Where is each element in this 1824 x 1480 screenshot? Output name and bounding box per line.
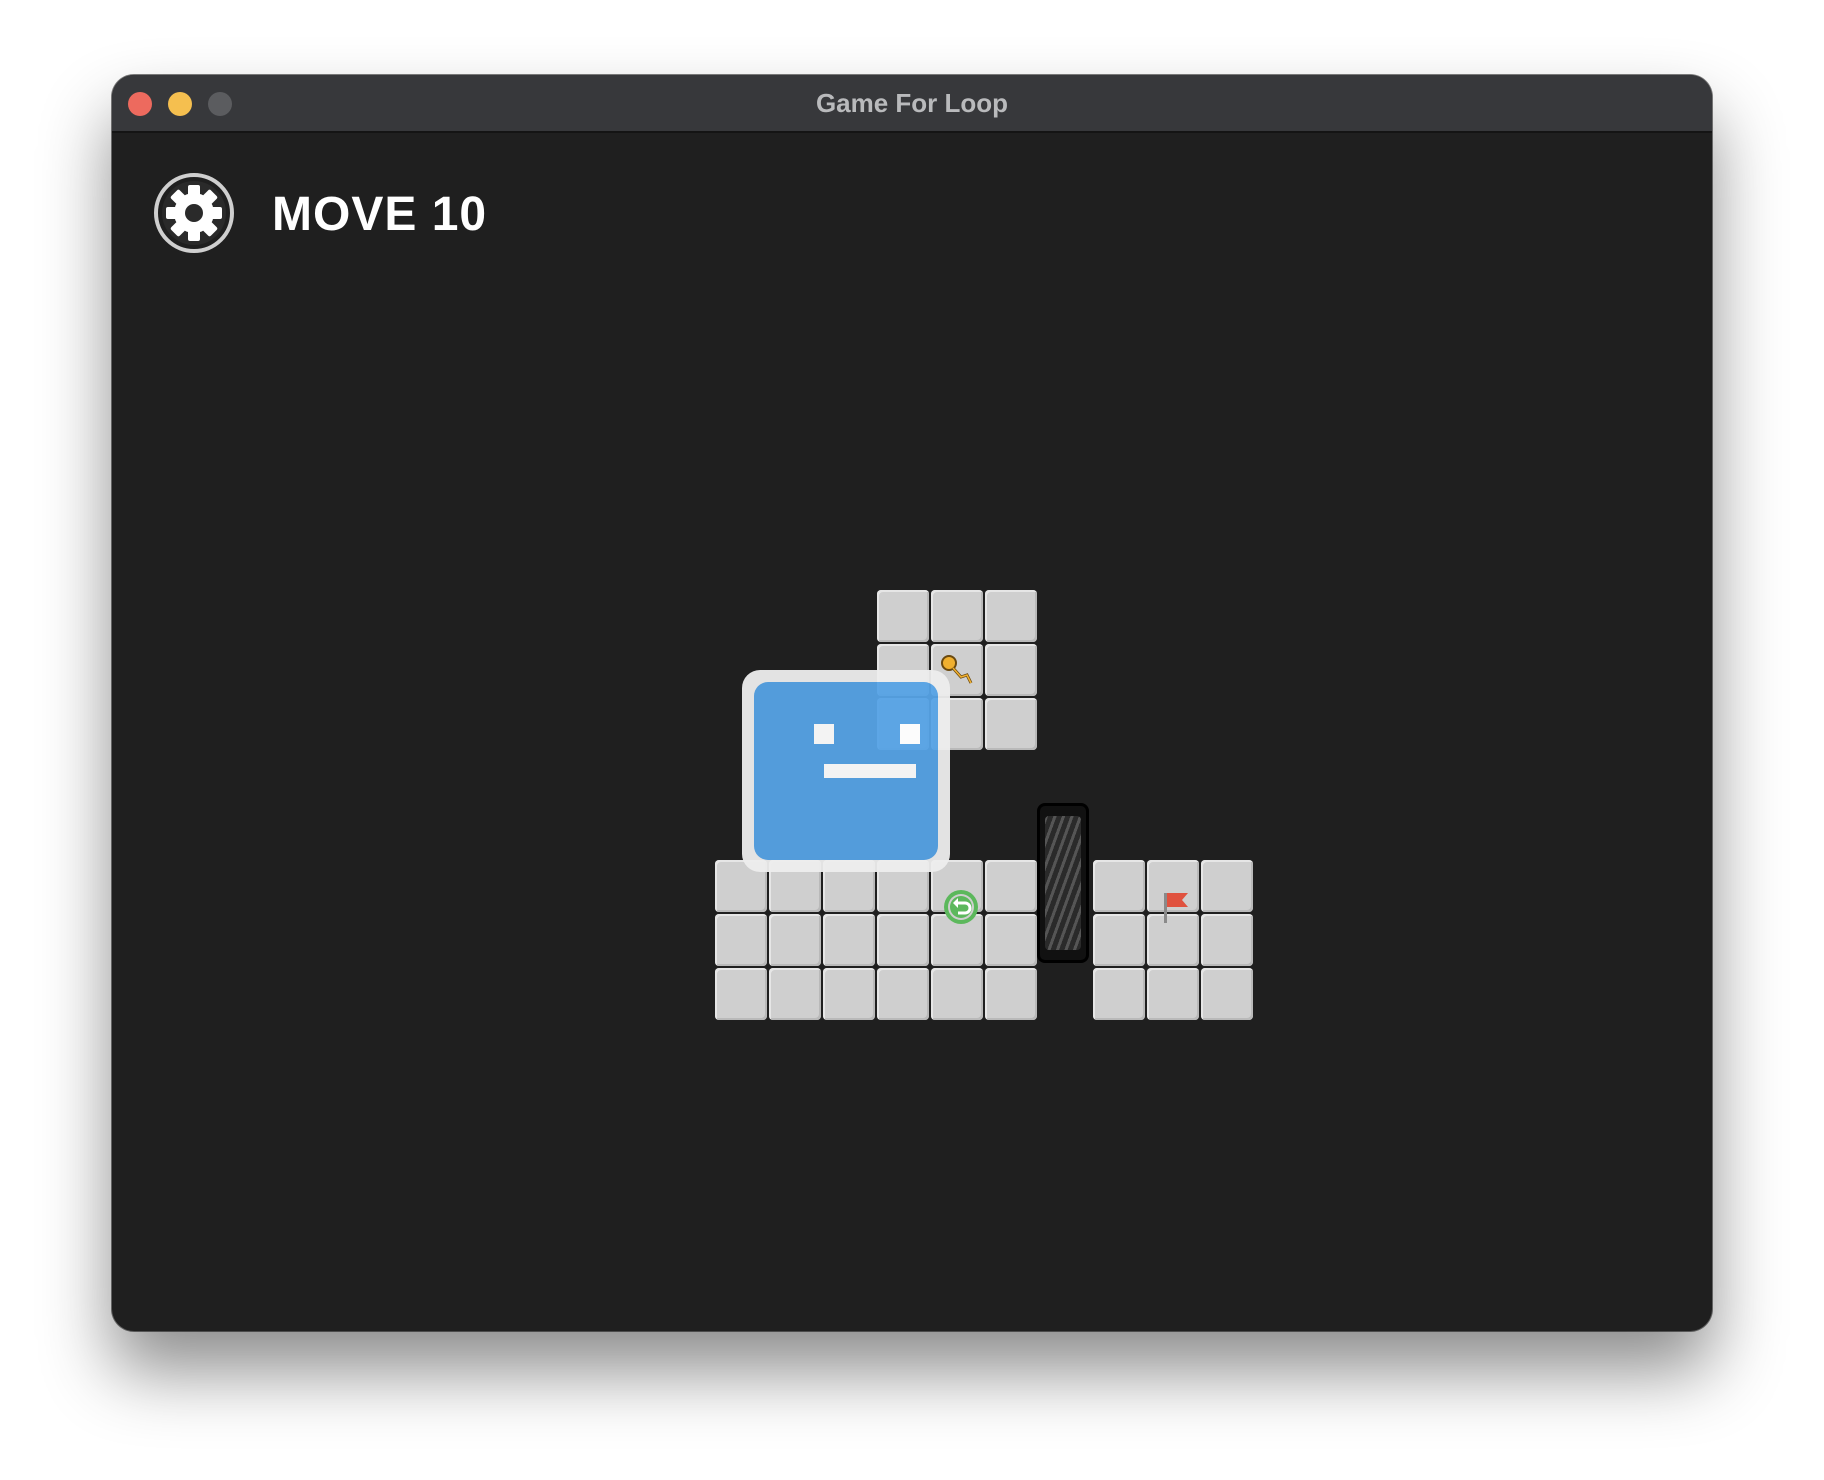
floor-tile bbox=[1093, 914, 1145, 966]
floor-tile bbox=[769, 914, 821, 966]
floor-tile bbox=[1201, 914, 1253, 966]
floor-tile bbox=[985, 914, 1037, 966]
floor-tile bbox=[985, 860, 1037, 912]
floor-tile bbox=[1093, 968, 1145, 1020]
floor-tile bbox=[877, 590, 929, 642]
player-body bbox=[754, 682, 938, 860]
floor-tile bbox=[1147, 968, 1199, 1020]
game-window: Game For Loop MOVE 10 bbox=[112, 75, 1712, 1331]
player-character[interactable] bbox=[742, 670, 950, 872]
player-mouth bbox=[824, 764, 916, 778]
floor-tile bbox=[1201, 860, 1253, 912]
locked-door bbox=[1037, 803, 1089, 963]
door-grate bbox=[1045, 816, 1081, 950]
game-board bbox=[112, 75, 1712, 1331]
floor-tile bbox=[1201, 968, 1253, 1020]
floor-tile bbox=[985, 590, 1037, 642]
loop-arrow-icon bbox=[944, 890, 978, 924]
floor-tile bbox=[877, 914, 929, 966]
floor-tile bbox=[877, 968, 929, 1020]
floor-tile bbox=[985, 968, 1037, 1020]
floor-tile bbox=[715, 914, 767, 966]
player-right-eye bbox=[900, 724, 920, 744]
floor-tile bbox=[715, 968, 767, 1020]
floor-tile bbox=[769, 968, 821, 1020]
floor-tile bbox=[985, 698, 1037, 750]
floor-tile bbox=[823, 968, 875, 1020]
player-left-eye bbox=[814, 724, 834, 744]
floor-tile bbox=[1093, 860, 1145, 912]
floor-tile bbox=[823, 914, 875, 966]
floor-tile bbox=[985, 644, 1037, 696]
floor-tile bbox=[931, 590, 983, 642]
flag-icon bbox=[1164, 893, 1188, 923]
floor-tile bbox=[931, 968, 983, 1020]
